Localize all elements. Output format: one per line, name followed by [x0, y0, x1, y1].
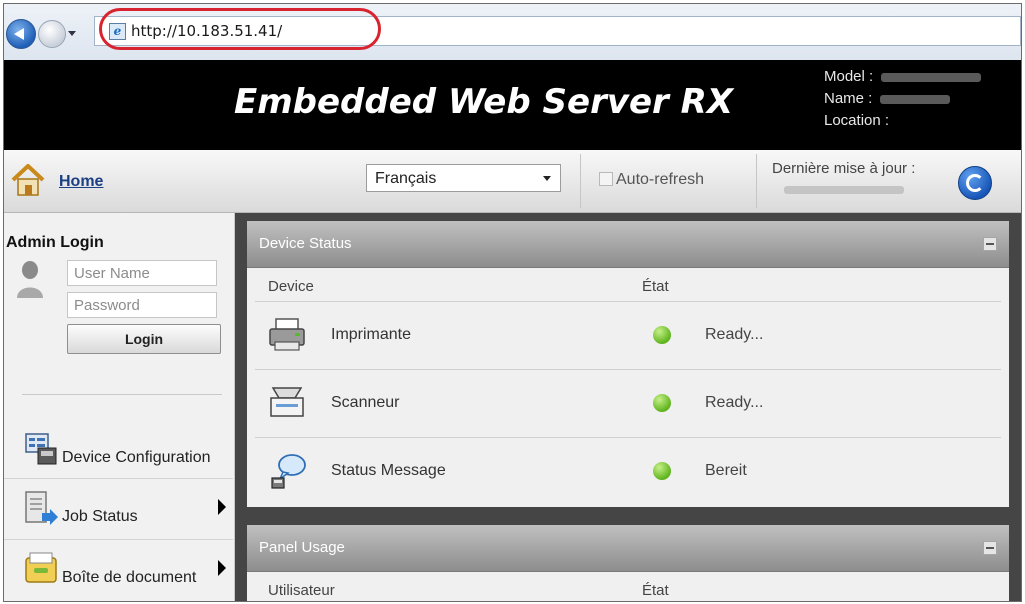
sidebar-item-device-configuration[interactable]: Device Configuration [4, 422, 234, 476]
status-ok-icon [653, 462, 671, 480]
sidebar-item-document-box[interactable]: Boîte de document [4, 542, 234, 596]
printer-icon [269, 318, 305, 351]
model-row: Model : [824, 66, 982, 88]
last-update-label: Dernière mise à jour : [772, 160, 916, 177]
device-name: Scanneur [331, 394, 400, 411]
column-header-state: État [642, 278, 669, 295]
collapse-icon[interactable] [983, 237, 997, 251]
sidebar: Admin Login Login Device Configuration [4, 213, 235, 601]
device-name: Status Message [331, 462, 446, 479]
panel-title: Panel Usage [259, 539, 345, 556]
auto-refresh-label[interactable]: Auto-refresh [616, 170, 704, 190]
panel-usage-panel: Panel Usage Utilisateur État [247, 525, 1009, 601]
column-header-user: Utilisateur [268, 582, 335, 599]
device-status-panel: Device Status Device État Imprimante Rea… [247, 221, 1009, 507]
name-label: Name : [824, 90, 873, 107]
job-status-icon [25, 491, 58, 525]
location-label: Location : [824, 112, 890, 129]
home-icon[interactable] [10, 162, 46, 198]
chevron-down-icon [543, 176, 551, 181]
sidebar-divider [22, 394, 222, 395]
device-state: Bereit [705, 462, 747, 479]
toolbar-divider [756, 154, 757, 208]
browser-window: e http://10.183.51.41/ Embedded Web Serv… [3, 3, 1022, 602]
sidebar-item-label: Device Configuration [62, 449, 211, 466]
document-box-icon [25, 552, 57, 583]
model-value-redacted [881, 72, 982, 82]
forward-button[interactable] [38, 20, 66, 48]
auto-refresh-checkbox[interactable] [599, 172, 613, 186]
sidebar-item-job-status[interactable]: Job Status [4, 481, 234, 535]
back-button[interactable] [6, 19, 36, 49]
refresh-button[interactable] [958, 166, 992, 200]
last-update-value-redacted [784, 186, 904, 194]
device-name: Imprimante [331, 326, 412, 343]
user-avatar-icon [17, 261, 43, 298]
column-header-device: Device [268, 278, 314, 295]
login-button[interactable]: Login [67, 324, 221, 354]
device-row-status-message[interactable]: Status Message Bereit [255, 437, 1001, 504]
url-highlight-circle [99, 8, 381, 50]
collapse-icon[interactable] [983, 541, 997, 555]
admin-login-title: Admin Login [6, 234, 104, 251]
main-content: Device Status Device État Imprimante Rea… [235, 213, 1021, 601]
chevron-right-icon [218, 560, 226, 576]
device-row-printer[interactable]: Imprimante Ready... [255, 301, 1001, 368]
name-row: Name : [824, 88, 981, 110]
top-toolbar: Home Français Auto-refresh Dernière mise… [4, 150, 1021, 213]
password-field[interactable] [67, 292, 217, 318]
language-select[interactable]: Français [366, 164, 561, 192]
device-state: Ready... [705, 326, 764, 343]
panel-header: Device Status [247, 221, 1009, 268]
column-header-state: État [642, 582, 669, 599]
chevron-right-icon [218, 499, 226, 515]
sidebar-item-divider [4, 539, 233, 540]
device-state: Ready... [705, 394, 764, 411]
sidebar-item-label: Job Status [62, 508, 138, 525]
message-icon [271, 454, 306, 489]
browser-toolbar: e http://10.183.51.41/ [4, 4, 1021, 60]
device-info: Model : Name : Location : [824, 66, 982, 132]
history-dropdown-icon[interactable] [68, 31, 76, 36]
sidebar-item-label: Boîte de document [62, 569, 197, 586]
scanner-icon [270, 387, 304, 417]
model-label: Model : [824, 68, 874, 85]
panel-title: Device Status [259, 235, 352, 252]
home-link[interactable]: Home [59, 172, 103, 192]
device-config-icon [25, 433, 57, 465]
sidebar-item-divider [4, 478, 233, 479]
location-row: Location : [824, 110, 981, 132]
toolbar-divider [580, 154, 581, 208]
panel-header: Panel Usage [247, 525, 1009, 572]
username-field[interactable] [67, 260, 217, 286]
language-selected-value: Français [375, 170, 437, 187]
status-ok-icon [653, 326, 671, 344]
status-ok-icon [653, 394, 671, 412]
name-value-redacted [880, 94, 951, 104]
device-row-scanner[interactable]: Scanneur Ready... [255, 369, 1001, 436]
page-title: Embedded Web Server RX [234, 82, 734, 122]
page-header: Embedded Web Server RX Model : Name : Lo… [4, 60, 1021, 150]
